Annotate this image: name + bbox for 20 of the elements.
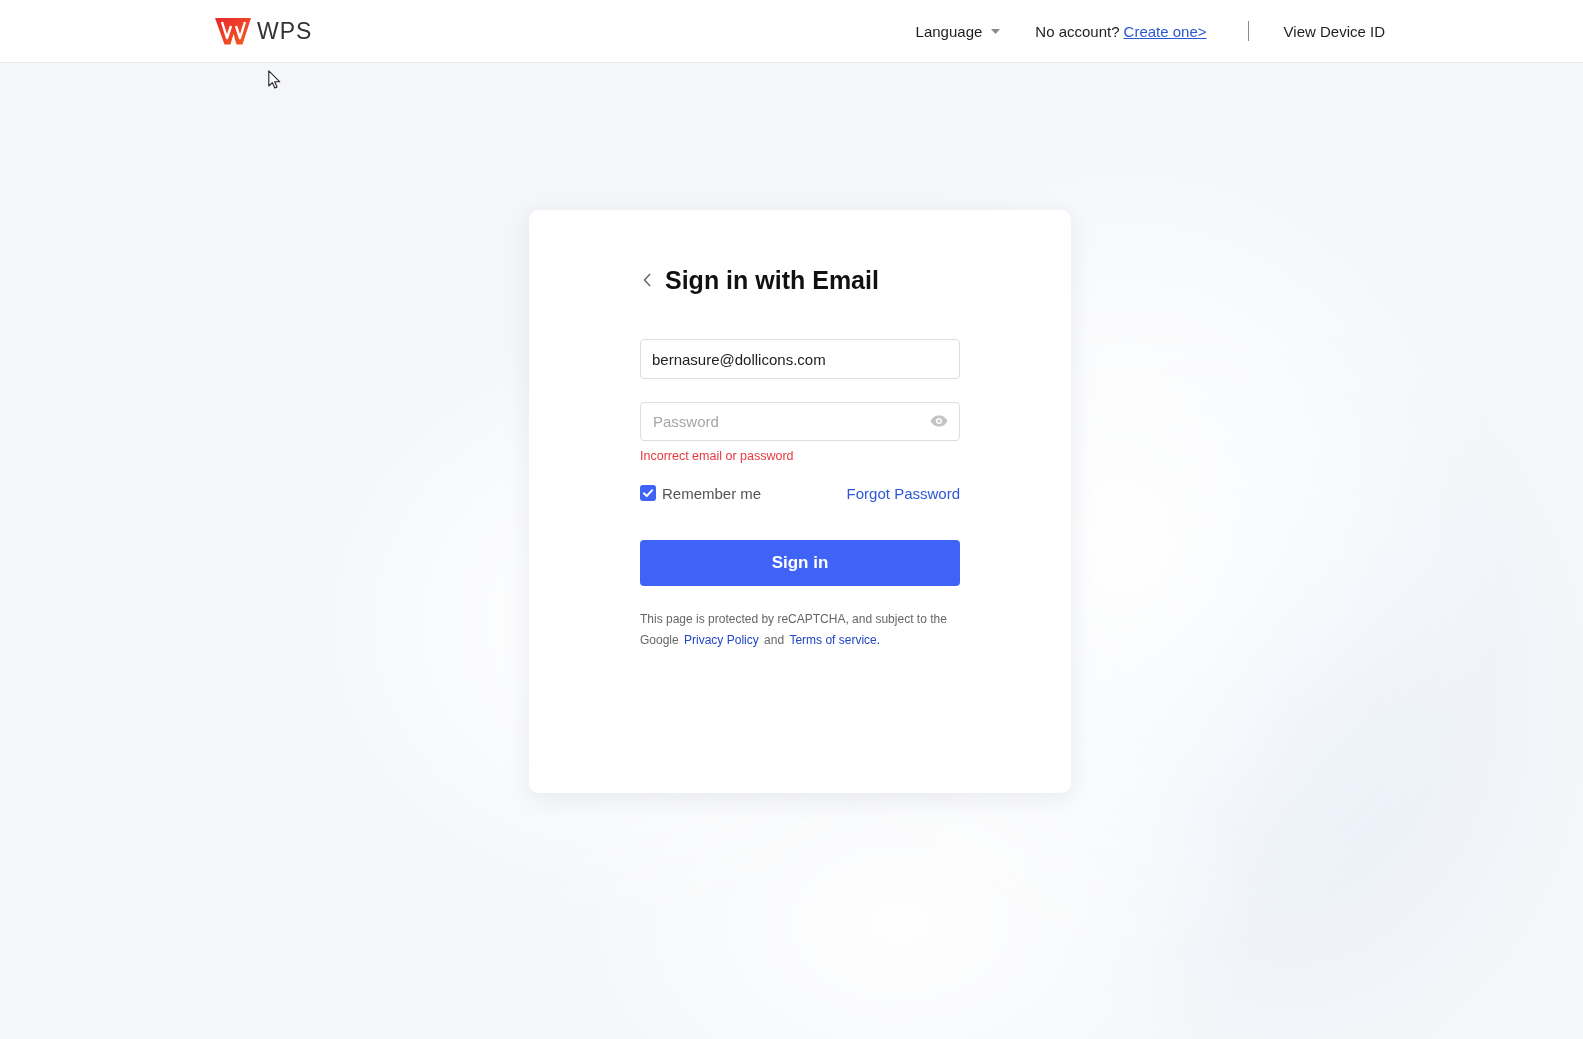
error-message: Incorrect email or password	[640, 448, 795, 465]
remember-checkbox[interactable]	[640, 485, 656, 501]
remember-label: Remember me	[662, 484, 762, 502]
forgot-password-link[interactable]: Forgot Password	[846, 484, 960, 502]
create-account-link[interactable]: Create one>	[1123, 22, 1207, 40]
view-device-id-link[interactable]: View Device ID	[1283, 22, 1385, 40]
logo-icon[interactable]	[215, 17, 252, 45]
page-title: Sign in with Email	[665, 265, 879, 296]
mouse-pointer-icon	[268, 70, 281, 89]
logo-text: WPS	[257, 17, 313, 45]
chevron-left-icon[interactable]	[643, 273, 651, 287]
recaptcha-notice: This page is protected by reCAPTCHA, and subject to the Google Privacy Policy and Terms of service.	[640, 611, 948, 649]
language-selector[interactable]: Language	[915, 22, 1001, 40]
email-field[interactable]: bernasure@dollicons.com	[640, 339, 960, 379]
notice-link[interactable]: Terms of service.	[789, 633, 881, 647]
caret-icon[interactable]	[991, 28, 1001, 34]
notice-link[interactable]: Privacy Policy	[684, 633, 759, 647]
signup-prompt: No account?	[1035, 22, 1120, 40]
sign-in-button[interactable]: Sign in	[640, 540, 960, 586]
password-field[interactable]: Password	[640, 402, 960, 441]
